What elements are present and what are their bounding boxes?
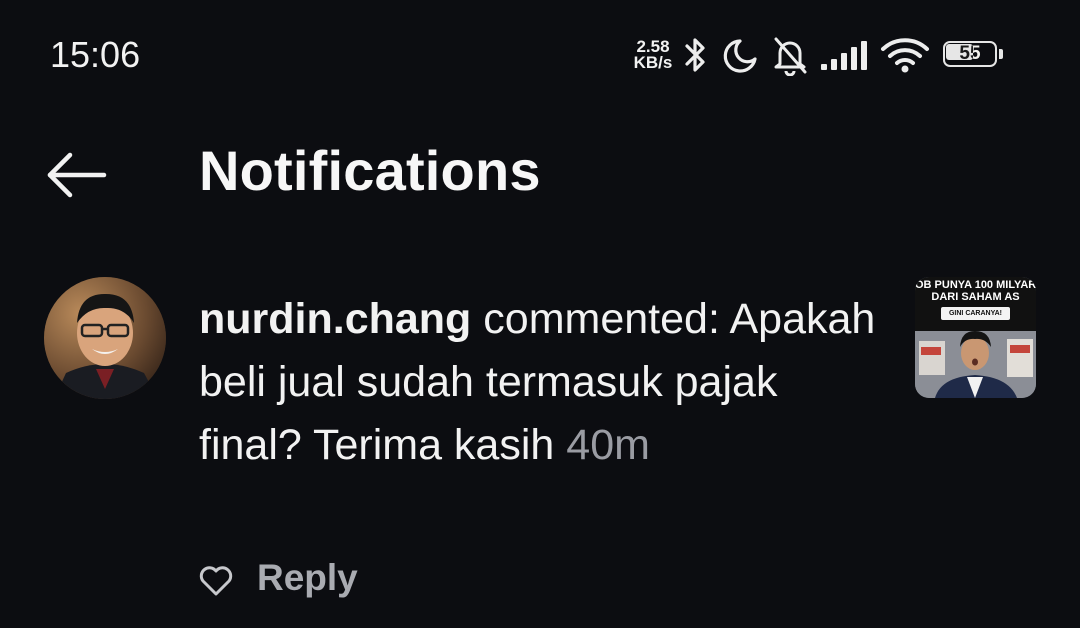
status-bar: 15:06 2.58 KB/s 55 bbox=[0, 0, 1080, 110]
battery-nub bbox=[999, 49, 1003, 59]
user-avatar[interactable] bbox=[44, 277, 166, 399]
wifi-icon bbox=[881, 38, 929, 73]
battery-icon: 55 bbox=[943, 41, 1003, 69]
moon-icon bbox=[723, 39, 757, 73]
back-button[interactable] bbox=[40, 140, 112, 210]
network-speed: 2.58 KB/s bbox=[631, 38, 675, 72]
thumbnail-caption-line1: OB PUNYA 100 MILYAR bbox=[915, 279, 1036, 291]
notification-time: 40m bbox=[566, 421, 650, 469]
status-clock: 15:06 bbox=[50, 34, 141, 75]
bluetooth-icon bbox=[685, 38, 705, 72]
like-button[interactable] bbox=[196, 561, 236, 601]
network-speed-unit: KB/s bbox=[633, 53, 673, 72]
notification-text: nurdin.chang commented: Apakah beli jual… bbox=[199, 288, 889, 477]
heart-outline-icon bbox=[199, 566, 233, 596]
thumbnail-caption: OB PUNYA 100 MILYAR DARI SAHAM AS GINI C… bbox=[915, 277, 1036, 331]
battery-level: 55 bbox=[959, 43, 981, 64]
notification-action: commented: bbox=[483, 295, 720, 343]
thumbnail-caption-line2: DARI SAHAM AS bbox=[931, 291, 1020, 303]
arrow-left-icon bbox=[47, 152, 107, 198]
signal-icon bbox=[821, 41, 867, 70]
avatar-photo bbox=[44, 277, 166, 399]
reply-button[interactable]: Reply bbox=[257, 557, 358, 599]
bell-muted-icon bbox=[774, 37, 807, 76]
notification-username[interactable]: nurdin.chang bbox=[199, 295, 471, 343]
page-title: Notifications bbox=[199, 139, 541, 202]
post-thumbnail[interactable]: OB PUNYA 100 MILYAR DARI SAHAM AS GINI C… bbox=[915, 277, 1036, 398]
thumbnail-badge: GINI CARANYA! bbox=[941, 307, 1010, 320]
